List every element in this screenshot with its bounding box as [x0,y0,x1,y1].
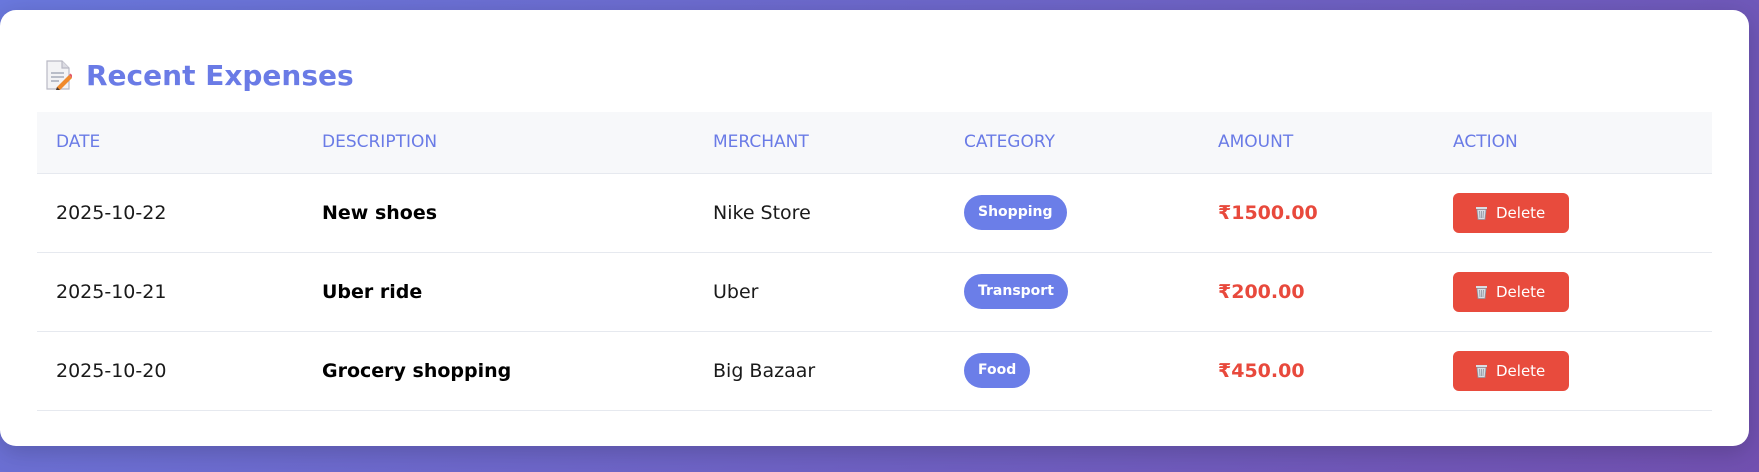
column-header-amount: AMOUNT [1199,112,1434,174]
expense-description: Uber ride [303,252,694,332]
memo-icon [45,60,74,90]
wastebasket-icon [1475,364,1488,378]
delete-button-label: Delete [1496,361,1546,380]
delete-button[interactable]: Delete [1453,350,1570,391]
delete-button-label: Delete [1496,282,1546,301]
expense-amount: ₹1500.00 [1199,173,1434,253]
wastebasket-icon [1475,206,1488,220]
expense-date: 2025-10-22 [37,173,303,253]
table-row: 2025-10-22 New shoes Nike Store Shopping… [37,173,1712,253]
table-header-row: DATE DESCRIPTION MERCHANT CATEGORY AMOUN… [37,112,1712,174]
delete-button[interactable]: Delete [1453,271,1570,312]
wastebasket-icon [1475,285,1488,299]
expenses-card: Recent Expenses DATE DESCRIPTION MERCHAN… [0,10,1749,446]
page-title: Recent Expenses [86,58,354,92]
expense-action-cell: Delete [1434,331,1712,411]
expense-action-cell: Delete [1434,252,1712,332]
expense-merchant: Uber [694,252,945,332]
expense-action-cell: Delete [1434,173,1712,253]
expense-merchant: Big Bazaar [694,331,945,411]
expense-description: Grocery shopping [303,331,694,411]
card-header: Recent Expenses [37,48,1712,102]
category-badge: Transport [964,274,1068,309]
delete-button[interactable]: Delete [1453,192,1570,233]
column-header-category: CATEGORY [945,112,1199,174]
expense-category-cell: Food [945,331,1199,411]
expense-date: 2025-10-21 [37,252,303,332]
expenses-table: DATE DESCRIPTION MERCHANT CATEGORY AMOUN… [37,112,1712,411]
column-header-description: DESCRIPTION [303,112,694,174]
expense-description: New shoes [303,173,694,253]
table-row: 2025-10-20 Grocery shopping Big Bazaar F… [37,331,1712,411]
category-badge: Food [964,353,1031,388]
delete-button-label: Delete [1496,203,1546,222]
expense-amount: ₹200.00 [1199,252,1434,332]
expense-category-cell: Transport [945,252,1199,332]
column-header-action: ACTION [1434,112,1712,174]
expense-date: 2025-10-20 [37,331,303,411]
expense-amount: ₹450.00 [1199,331,1434,411]
expense-merchant: Nike Store [694,173,945,253]
table-row: 2025-10-21 Uber ride Uber Transport ₹200… [37,252,1712,332]
category-badge: Shopping [964,195,1067,230]
column-header-merchant: MERCHANT [694,112,945,174]
expense-category-cell: Shopping [945,173,1199,253]
column-header-date: DATE [37,112,303,174]
